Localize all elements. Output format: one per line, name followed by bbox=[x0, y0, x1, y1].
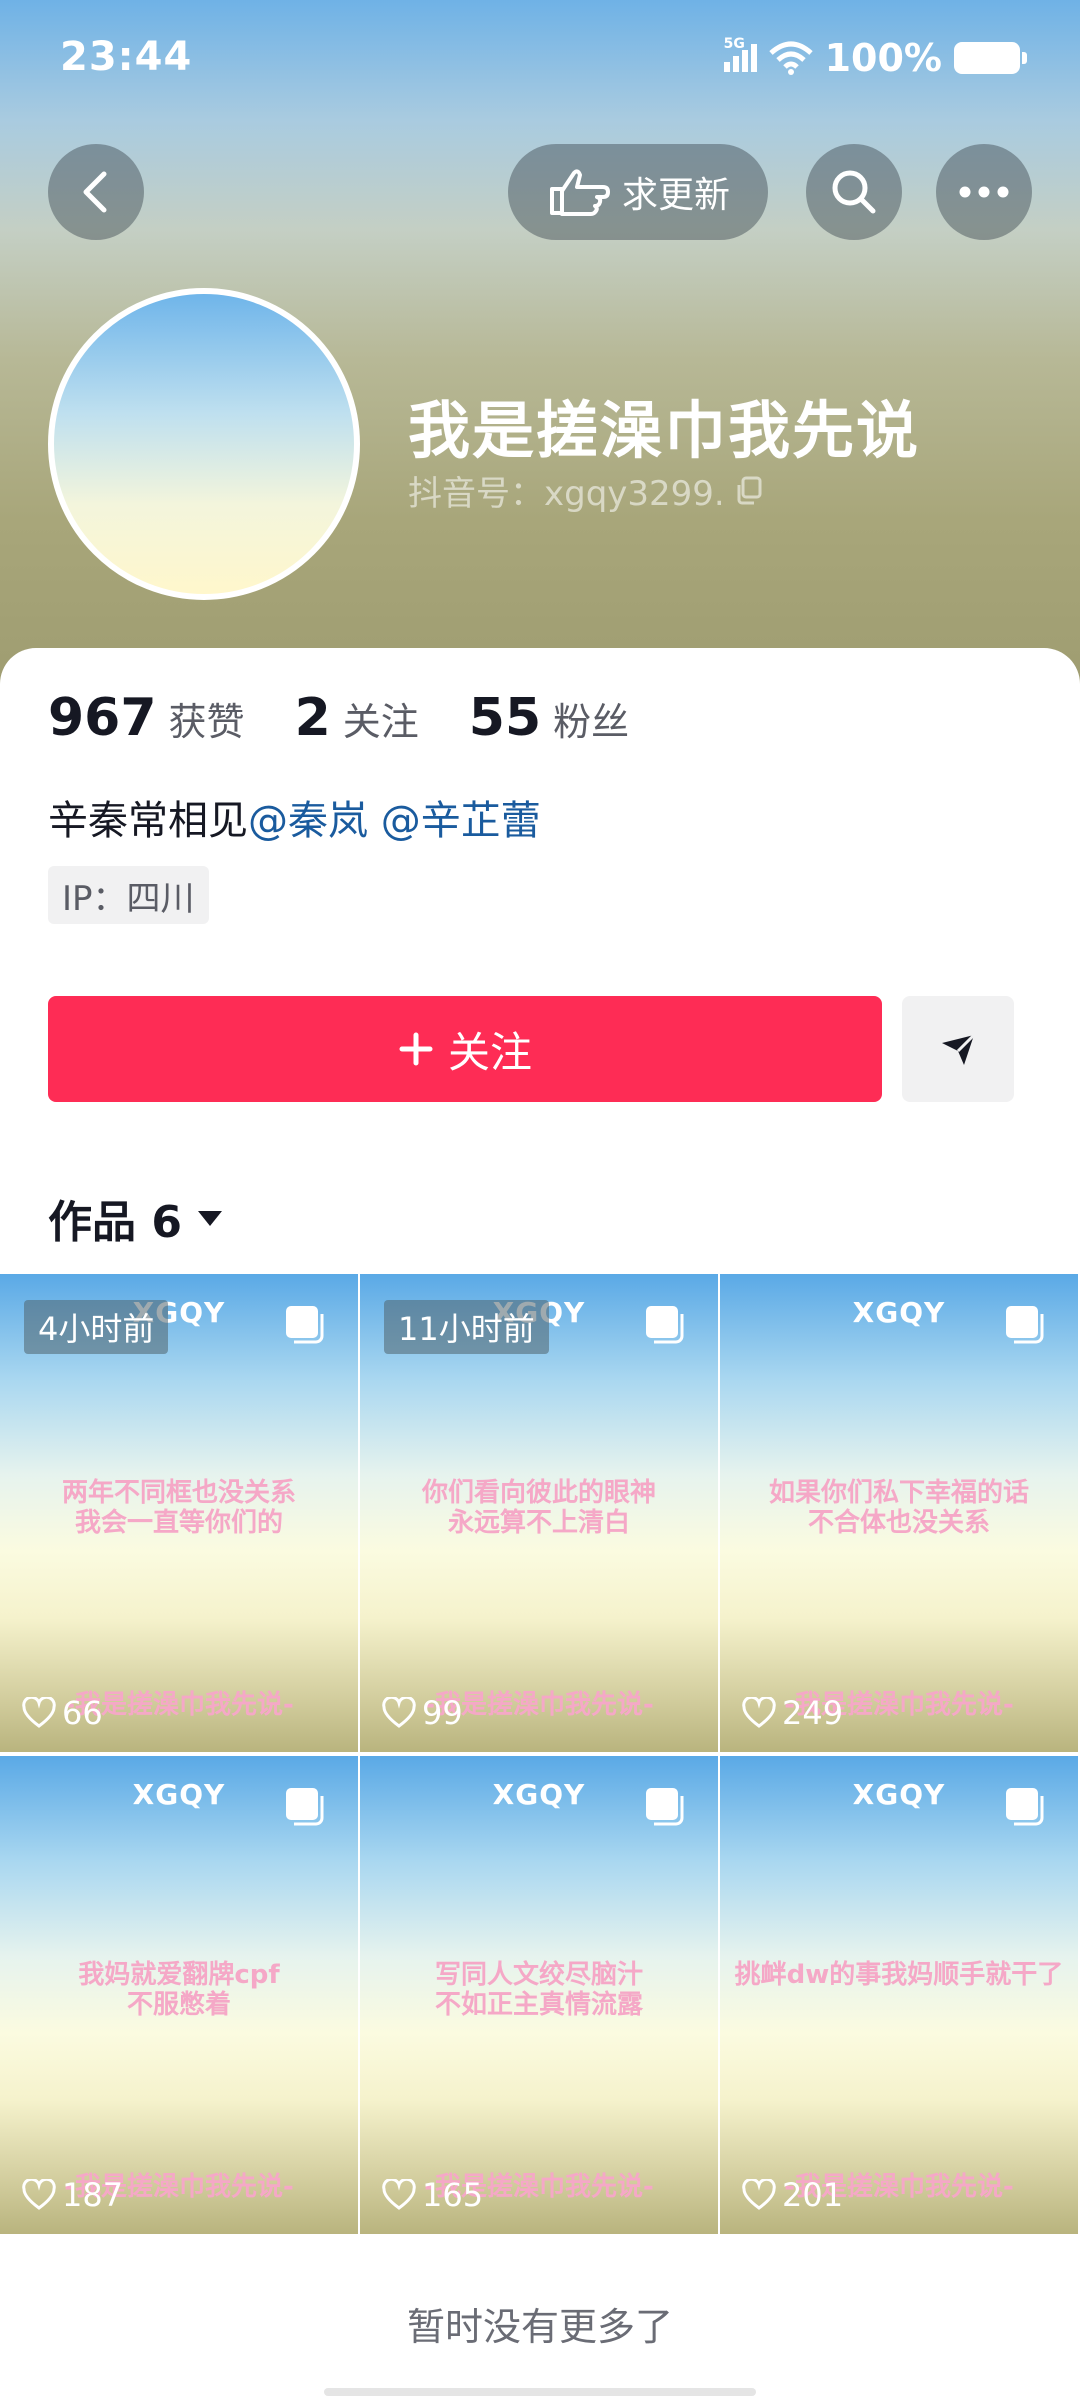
bio-text: 辛秦常相见 bbox=[48, 798, 248, 844]
heart-icon bbox=[22, 2179, 56, 2210]
followers-count: 55 bbox=[468, 688, 542, 748]
likes-label: 获赞 bbox=[168, 700, 245, 744]
tile-caption: 如果你们私下幸福的话 不合体也没关系 bbox=[768, 1478, 1029, 1538]
tile-likes: 66 bbox=[22, 1694, 103, 1732]
heart-icon bbox=[22, 1697, 56, 1728]
multi-image-icon bbox=[646, 1788, 684, 1826]
chevron-left-icon bbox=[83, 171, 107, 213]
tile-likes-count: 99 bbox=[422, 1694, 463, 1732]
search-button[interactable] bbox=[806, 144, 902, 240]
video-tile[interactable]: XGQY 我妈就爱翻牌cpf 不服憋着 -我是搓澡巾我先说- 187 bbox=[0, 1756, 358, 2234]
tile-likes-count: 201 bbox=[782, 2176, 844, 2214]
status-time: 23:44 bbox=[60, 34, 193, 80]
following-label: 关注 bbox=[342, 700, 419, 744]
heart-icon bbox=[742, 2179, 776, 2210]
multi-image-icon bbox=[286, 1306, 324, 1344]
video-tile[interactable]: XGQY 如果你们私下幸福的话 不合体也没关系 -我是搓澡巾我先说- 249 bbox=[720, 1274, 1078, 1752]
request-update-label: 求更新 bbox=[621, 175, 730, 216]
send-icon bbox=[942, 1033, 976, 1065]
tile-time-badge: 4小时前 bbox=[24, 1300, 169, 1354]
douyin-id[interactable]: 抖音号：xgqy3299. bbox=[408, 466, 763, 515]
tile-likes-count: 249 bbox=[782, 1694, 844, 1732]
video-tile[interactable]: XGQY 你们看向彼此的眼神 永远算不上清白 -我是搓澡巾我先说- 11小时前 … bbox=[360, 1274, 718, 1752]
tile-caption: 你们看向彼此的眼神 永远算不上清白 bbox=[421, 1478, 656, 1538]
profile-stats: 967 获赞 2 关注 55 粉丝 bbox=[48, 688, 629, 748]
video-tile[interactable]: XGQY 写同人文绞尽脑汁 不如正主真情流露 -我是搓澡巾我先说- 165 bbox=[360, 1756, 718, 2234]
bio: 辛秦常相见@秦岚 @辛芷蕾 bbox=[48, 788, 541, 846]
bio-mention-xinzhilei[interactable]: @辛芷蕾 bbox=[381, 798, 541, 844]
tile-caption: 两年不同框也没关系 我会一直等你们的 bbox=[61, 1478, 296, 1538]
tile-likes: 249 bbox=[742, 1694, 843, 1732]
heart-icon bbox=[742, 1697, 776, 1728]
request-update-button[interactable]: 求更新 bbox=[508, 144, 768, 240]
network-label: 5G bbox=[723, 36, 745, 52]
video-tile[interactable]: XGQY 两年不同框也没关系 我会一直等你们的 -我是搓澡巾我先说- 4小时前 … bbox=[0, 1274, 358, 1752]
followers-label: 粉丝 bbox=[553, 700, 630, 744]
likes-count: 967 bbox=[48, 688, 157, 748]
multi-image-icon bbox=[1006, 1306, 1044, 1344]
works-tab-label: 作品 6 bbox=[48, 1197, 182, 1248]
bio-mention-qinlan[interactable]: @秦岚 bbox=[248, 798, 368, 844]
followers-stat[interactable]: 55 粉丝 bbox=[469, 688, 629, 748]
video-grid: XGQY 两年不同框也没关系 我会一直等你们的 -我是搓澡巾我先说- 4小时前 … bbox=[0, 1274, 1080, 2234]
wifi-icon bbox=[768, 41, 813, 75]
tile-likes: 165 bbox=[382, 2176, 483, 2214]
likes-stat[interactable]: 967 获赞 bbox=[48, 688, 245, 748]
caret-down-icon bbox=[197, 1211, 222, 1226]
follow-button[interactable]: 关注 bbox=[48, 996, 882, 1102]
search-icon bbox=[832, 170, 876, 214]
status-bar: 23:44 5G 100% bbox=[0, 0, 1080, 120]
status-icons: 5G 100% bbox=[723, 36, 1027, 80]
follow-label: 关注 bbox=[447, 1027, 532, 1077]
multi-image-icon bbox=[286, 1788, 324, 1826]
share-button[interactable] bbox=[902, 996, 1014, 1102]
ip-location-tag: IP：四川 bbox=[48, 866, 209, 924]
multi-image-icon bbox=[1006, 1788, 1044, 1826]
tile-likes-count: 165 bbox=[422, 2176, 484, 2214]
tile-caption: 写同人文绞尽脑汁 不如正主真情流露 bbox=[434, 1960, 643, 2020]
following-count: 2 bbox=[294, 688, 331, 748]
tile-likes: 187 bbox=[22, 2176, 123, 2214]
battery-icon bbox=[954, 42, 1027, 74]
tile-time-badge: 11小时前 bbox=[384, 1300, 549, 1354]
heart-icon bbox=[382, 2179, 416, 2210]
pointing-hand-icon bbox=[549, 169, 610, 216]
tile-likes-count: 187 bbox=[62, 2176, 124, 2214]
home-indicator[interactable] bbox=[324, 2388, 756, 2396]
tile-caption: 我妈就爱翻牌cpf 不服憋着 bbox=[78, 1960, 280, 2020]
signal-icon: 5G bbox=[723, 36, 757, 72]
more-button[interactable] bbox=[936, 144, 1032, 240]
more-dots-icon bbox=[959, 186, 1009, 198]
back-button[interactable] bbox=[48, 144, 144, 240]
no-more-content-note: 暂时没有更多了 bbox=[406, 2305, 673, 2349]
douyin-id-text: 抖音号：xgqy3299. bbox=[408, 474, 725, 514]
avatar[interactable] bbox=[48, 288, 360, 600]
multi-image-icon bbox=[646, 1306, 684, 1344]
heart-icon bbox=[382, 1697, 416, 1728]
tile-likes: 99 bbox=[382, 1694, 463, 1732]
copy-icon[interactable] bbox=[735, 476, 763, 506]
tile-likes-count: 66 bbox=[62, 1694, 103, 1732]
battery-percent: 100% bbox=[824, 36, 942, 80]
video-tile[interactable]: XGQY 挑衅dw的事我妈顺手就干了 -我是搓澡巾我先说- 201 bbox=[720, 1756, 1078, 2234]
following-stat[interactable]: 2 关注 bbox=[295, 688, 419, 748]
profile-username: 我是搓澡巾我先说 bbox=[408, 394, 921, 467]
tile-caption: 挑衅dw的事我妈顺手就干了 bbox=[734, 1960, 1064, 1990]
plus-icon bbox=[399, 1032, 433, 1066]
works-tab[interactable]: 作品 6 bbox=[48, 1186, 224, 1250]
tile-likes: 201 bbox=[742, 2176, 843, 2214]
